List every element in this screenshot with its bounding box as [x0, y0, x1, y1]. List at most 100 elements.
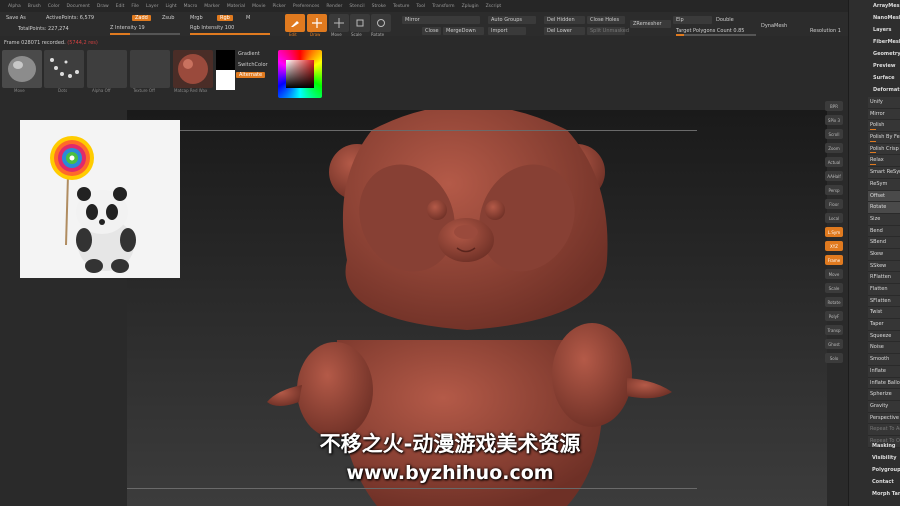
tool-rotate[interactable]: Rotate [825, 297, 843, 307]
menu-item-stencil[interactable]: Stencil [349, 4, 364, 9]
color-picker-square[interactable] [286, 60, 314, 88]
deform-rflatten[interactable]: RFlatten [868, 272, 900, 284]
del-hidden-button[interactable]: Del Hidden [544, 16, 585, 24]
menu-item-zscript[interactable]: Zscript [486, 4, 502, 9]
tool-bpr[interactable]: BPR [825, 101, 843, 111]
save-as-button[interactable]: Save As [6, 15, 26, 21]
alternate-button[interactable]: Alternate [236, 72, 266, 78]
tool-zoom[interactable]: Zoom [825, 143, 843, 153]
del-lower-button[interactable]: Del Lower [544, 27, 585, 35]
deform-size[interactable]: Size [868, 213, 900, 226]
target-polygons-track[interactable] [676, 34, 756, 36]
tool-polyf[interactable]: PolyF [825, 311, 843, 321]
dynamesh-button[interactable]: DynaMesh [761, 23, 787, 29]
tool-scale[interactable]: Scale [825, 283, 843, 293]
menu-item-zplugin[interactable]: Zplugin [462, 4, 479, 9]
menu-item-stroke[interactable]: Stroke [372, 4, 386, 9]
menu-item-alpha[interactable]: Alpha [8, 4, 21, 9]
menu-item-picker[interactable]: Picker [272, 4, 285, 9]
color-picker-wheel[interactable] [278, 50, 322, 98]
deform-taper[interactable]: Taper [868, 319, 900, 331]
panel-masking[interactable]: Masking [848, 440, 900, 452]
mirror-button[interactable]: Mirror [402, 16, 480, 24]
deform-resym[interactable]: ReSym [868, 178, 900, 191]
deform-twist[interactable]: Twist [868, 307, 900, 320]
deform-mirror[interactable]: Mirror [868, 108, 900, 121]
deform-polish[interactable]: Polish [868, 120, 900, 133]
tool-floor[interactable]: Floor [825, 199, 843, 209]
main-color-swatch[interactable] [216, 50, 235, 90]
menu-item-file[interactable]: File [131, 4, 139, 9]
menu-item-color[interactable]: Color [48, 4, 60, 9]
close-button[interactable]: Close [422, 27, 441, 35]
alpha-swatch[interactable] [87, 50, 127, 88]
m-button[interactable]: M [246, 15, 250, 21]
panel-contact[interactable]: Contact [848, 476, 900, 488]
menu-item-preferences[interactable]: Preferences [293, 4, 319, 9]
tool-actual[interactable]: Actual [825, 157, 843, 167]
tool-move[interactable]: Move [825, 269, 843, 279]
import-button[interactable]: Import [488, 27, 526, 35]
merge-down-button[interactable]: MergeDown [443, 27, 484, 35]
auto-groups-button[interactable]: Auto Groups [488, 16, 536, 24]
deform-smooth[interactable]: Smooth [868, 354, 900, 366]
deform-gravity[interactable]: Gravity [868, 400, 900, 413]
panel-layers[interactable]: Layers [849, 24, 900, 36]
split-unmasked-button[interactable]: Split Unmasked [587, 27, 629, 35]
deform-flatten[interactable]: Flatten [868, 284, 900, 296]
elp-button[interactable]: Elp [673, 16, 712, 24]
panel-fibermesh[interactable]: FiberMesh [849, 36, 900, 48]
menu-item-material[interactable]: Material [227, 4, 245, 9]
tool-local[interactable]: Local [825, 213, 843, 223]
zadd-button[interactable]: Zadd [132, 15, 151, 21]
draw-button[interactable] [307, 14, 327, 32]
tool-l-sym[interactable]: L.Sym [825, 227, 843, 237]
switch-color-button[interactable]: SwitchColor [238, 62, 268, 68]
stroke-swatch[interactable] [44, 50, 84, 88]
deform-sflatten[interactable]: SFlatten [868, 295, 900, 308]
panel-arraymesh[interactable]: ArrayMesh [849, 0, 900, 12]
brush-swatch[interactable] [2, 50, 42, 88]
deform-perspective[interactable]: Perspective [868, 412, 900, 425]
tool-xyz[interactable]: XYZ [825, 241, 843, 251]
menu-item-draw[interactable]: Draw [97, 4, 109, 9]
z-intensity-track[interactable] [110, 33, 180, 35]
tool-scroll[interactable]: Scroll [825, 129, 843, 139]
menu-item-marker[interactable]: Marker [204, 4, 220, 9]
gradient-toggle[interactable]: Gradient [238, 51, 260, 57]
deform-repeat-to-active[interactable]: Repeat To Active [868, 424, 900, 436]
panel-visibility[interactable]: Visibility [848, 452, 900, 464]
menu-item-texture[interactable]: Texture [393, 4, 409, 9]
deform-polish-by-features[interactable]: Polish By Features [868, 132, 900, 144]
tool-spix-3[interactable]: SPix 3 [825, 115, 843, 125]
texture-swatch[interactable] [130, 50, 170, 88]
tool-frame[interactable]: Frame [825, 255, 843, 265]
deform-sbend[interactable]: SBend [868, 237, 900, 249]
scale-button[interactable] [350, 14, 370, 32]
deform-polish-crisp-edges[interactable]: Polish Crisp Edges [868, 143, 900, 156]
panel-deformation[interactable]: Deformation [849, 84, 900, 96]
menu-item-layer[interactable]: Layer [146, 4, 159, 9]
move-button[interactable] [329, 14, 349, 32]
secondary-color-swatch[interactable] [216, 70, 235, 90]
rgb-button[interactable]: Rgb [217, 15, 233, 21]
deform-offset[interactable]: Offset [868, 190, 900, 203]
panel-nanomesh[interactable]: NanoMesh [849, 12, 900, 24]
deform-bend[interactable]: Bend [868, 225, 900, 238]
panel-polygroups[interactable]: Polygroups [848, 464, 900, 476]
menu-item-edit[interactable]: Edit [116, 4, 125, 9]
menu-item-render[interactable]: Render [326, 4, 342, 9]
menu-item-light[interactable]: Light [165, 4, 176, 9]
menu-item-document[interactable]: Document [67, 4, 90, 9]
rotate-button[interactable] [371, 14, 391, 32]
deform-rotate[interactable]: Rotate [868, 202, 900, 214]
resolution-slider[interactable]: Resolution 1 [810, 28, 841, 34]
edit-button[interactable] [285, 14, 305, 32]
deform-noise[interactable]: Noise [868, 342, 900, 355]
rgb-intensity-track[interactable] [190, 33, 270, 35]
close-holes-button[interactable]: Close Holes [587, 16, 625, 24]
deform-spherize[interactable]: Spherize [868, 389, 900, 401]
menu-item-movie[interactable]: Movie [252, 4, 265, 9]
menu-item-tool[interactable]: Tool [416, 4, 425, 9]
deform-skew[interactable]: Skew [868, 248, 900, 261]
